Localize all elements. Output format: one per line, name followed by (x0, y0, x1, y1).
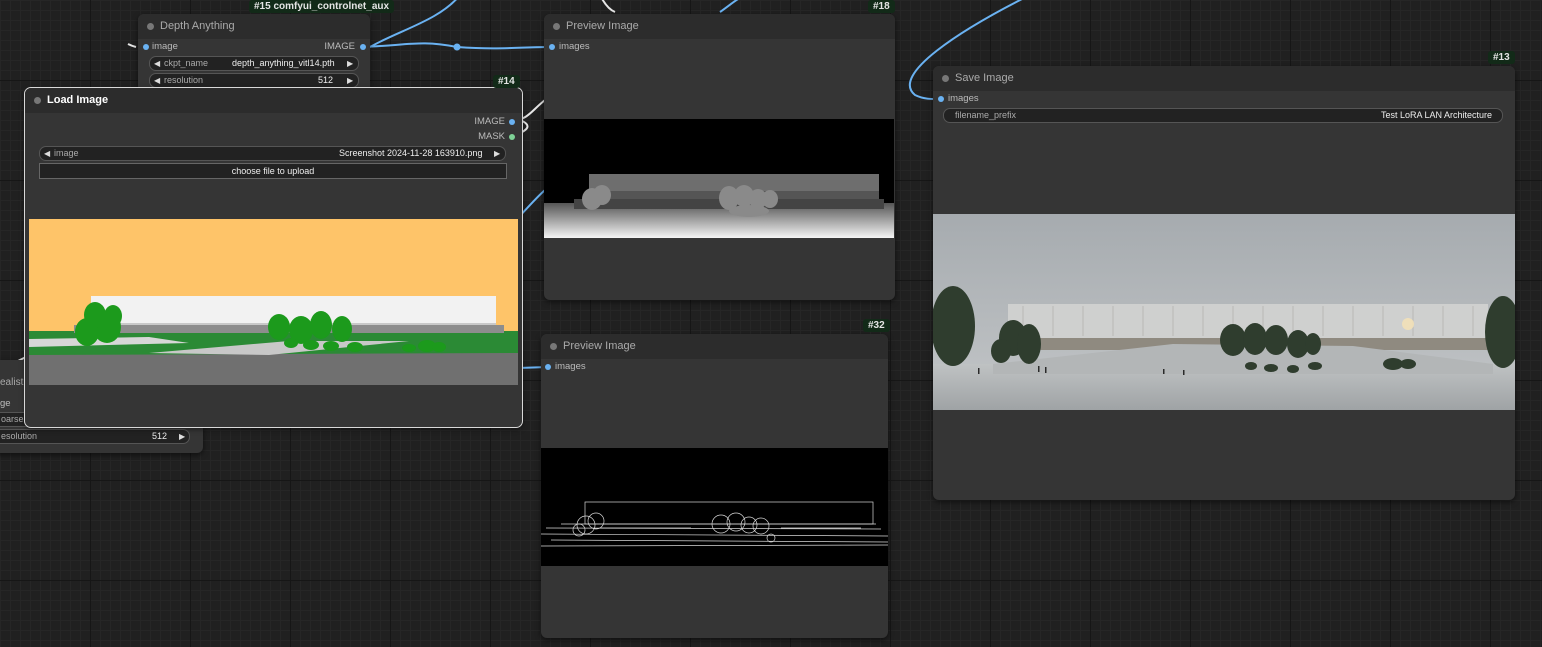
save-image-title-bar[interactable]: Save Image (933, 66, 1515, 91)
filename-prefix-label: filename_prefix (955, 110, 1017, 120)
load-image-preview (29, 219, 518, 385)
preview-18-title: Preview Image (566, 20, 639, 32)
resolution-value: 512 (318, 75, 334, 85)
input-images-dot[interactable] (549, 44, 555, 50)
chevron-right-icon[interactable]: ▶ (347, 57, 353, 70)
collapse-dot-icon[interactable] (942, 75, 949, 82)
load-image-title-bar[interactable]: Load Image (25, 88, 522, 113)
image-select-widget[interactable]: ◀ image Screenshot 2024-11-28 163910.png… (39, 146, 506, 161)
link-depth-to-preview18 (362, 42, 552, 50)
input-images-dot[interactable] (545, 364, 551, 370)
link-top-to-preview18a (601, 0, 616, 13)
load-image-badge: #14 (493, 75, 520, 88)
ckpt-name-value: depth_anything_vitl14.pth (232, 58, 335, 68)
link-top-to-preview18b (719, 0, 739, 13)
chevron-left-icon[interactable]: ◀ (154, 57, 160, 70)
preview-32-title-bar[interactable]: Preview Image (541, 334, 888, 359)
chevron-right-icon[interactable]: ▶ (179, 430, 185, 443)
coarse-label: oarse (1, 414, 24, 424)
preview-32-title: Preview Image (563, 340, 636, 352)
output-image-label: IMAGE (324, 41, 355, 52)
chevron-right-icon[interactable]: ▶ (494, 147, 500, 160)
resolution-label: resolution (164, 75, 204, 85)
depth-anything-badge: #15 comfyui_controlnet_aux (249, 0, 395, 13)
chevron-left-icon[interactable]: ◀ (154, 74, 160, 87)
preview-image-18-node[interactable]: Preview Image images (544, 14, 895, 300)
save-image-node[interactable]: Save Image images filename_prefix Test L… (933, 66, 1515, 500)
saved-render-image (933, 214, 1515, 410)
partial-node-slot: ge (0, 398, 11, 409)
chevron-left-icon[interactable]: ◀ (44, 147, 50, 160)
link-depth-in (127, 43, 137, 48)
input-images-dot[interactable] (938, 96, 944, 102)
image-select-label: image (54, 148, 79, 158)
output-image-dot[interactable] (509, 119, 515, 125)
collapse-dot-icon[interactable] (34, 97, 41, 104)
output-mask-label: MASK (478, 131, 505, 142)
output-image-label: IMAGE (474, 116, 505, 127)
filename-prefix-widget[interactable]: filename_prefix Test LoRA LAN Architectu… (943, 108, 1503, 123)
ckpt-name-label: ckpt_name (164, 58, 209, 68)
choose-file-button[interactable]: choose file to upload (39, 163, 507, 179)
depth-anything-title-bar[interactable]: Depth Anything (138, 14, 370, 39)
input-images-label: images (555, 361, 586, 372)
collapse-dot-icon[interactable] (553, 23, 560, 30)
collapse-dot-icon[interactable] (550, 343, 557, 350)
depth-anything-title: Depth Anything (160, 20, 235, 32)
chevron-right-icon[interactable]: ▶ (347, 74, 353, 87)
image-select-value: Screenshot 2024-11-28 163910.png (339, 148, 483, 158)
depth-anything-node[interactable]: Depth Anything image IMAGE ◀ ckpt_name d… (138, 14, 370, 94)
preview-image-32-node[interactable]: Preview Image images (541, 334, 888, 638)
link-to-canny (517, 189, 546, 219)
input-images-label: images (559, 41, 590, 52)
ckpt-name-widget[interactable]: ◀ ckpt_name depth_anything_vitl14.pth ▶ (149, 56, 359, 71)
link-reroute-dot (453, 43, 461, 51)
load-image-node[interactable]: Load Image IMAGE MASK ◀ image Screenshot… (24, 87, 523, 428)
input-image-label: image (152, 41, 178, 52)
input-images-label: images (948, 93, 979, 104)
partial-node-resolution-widget[interactable]: esolution 512 ▶ (0, 429, 190, 444)
collapse-dot-icon[interactable] (147, 23, 154, 30)
filename-prefix-value: Test LoRA LAN Architecture (1380, 110, 1492, 120)
preview-32-badge: #32 (863, 319, 890, 332)
load-image-title: Load Image (47, 94, 109, 106)
output-image-dot[interactable] (360, 44, 366, 50)
input-image-dot[interactable] (143, 44, 149, 50)
depth-preview-image (544, 119, 894, 238)
preview-18-title-bar[interactable]: Preview Image (544, 14, 895, 39)
output-mask-dot[interactable] (509, 134, 515, 140)
save-image-title: Save Image (955, 72, 1014, 84)
save-image-badge: #13 (1488, 51, 1515, 64)
resolution-value: 512 (152, 431, 168, 441)
resolution-label: esolution (1, 431, 38, 441)
canny-preview-image (541, 448, 888, 566)
resolution-widget[interactable]: ◀ resolution 512 ▶ (149, 73, 359, 88)
preview-18-badge: #18 (868, 0, 895, 13)
